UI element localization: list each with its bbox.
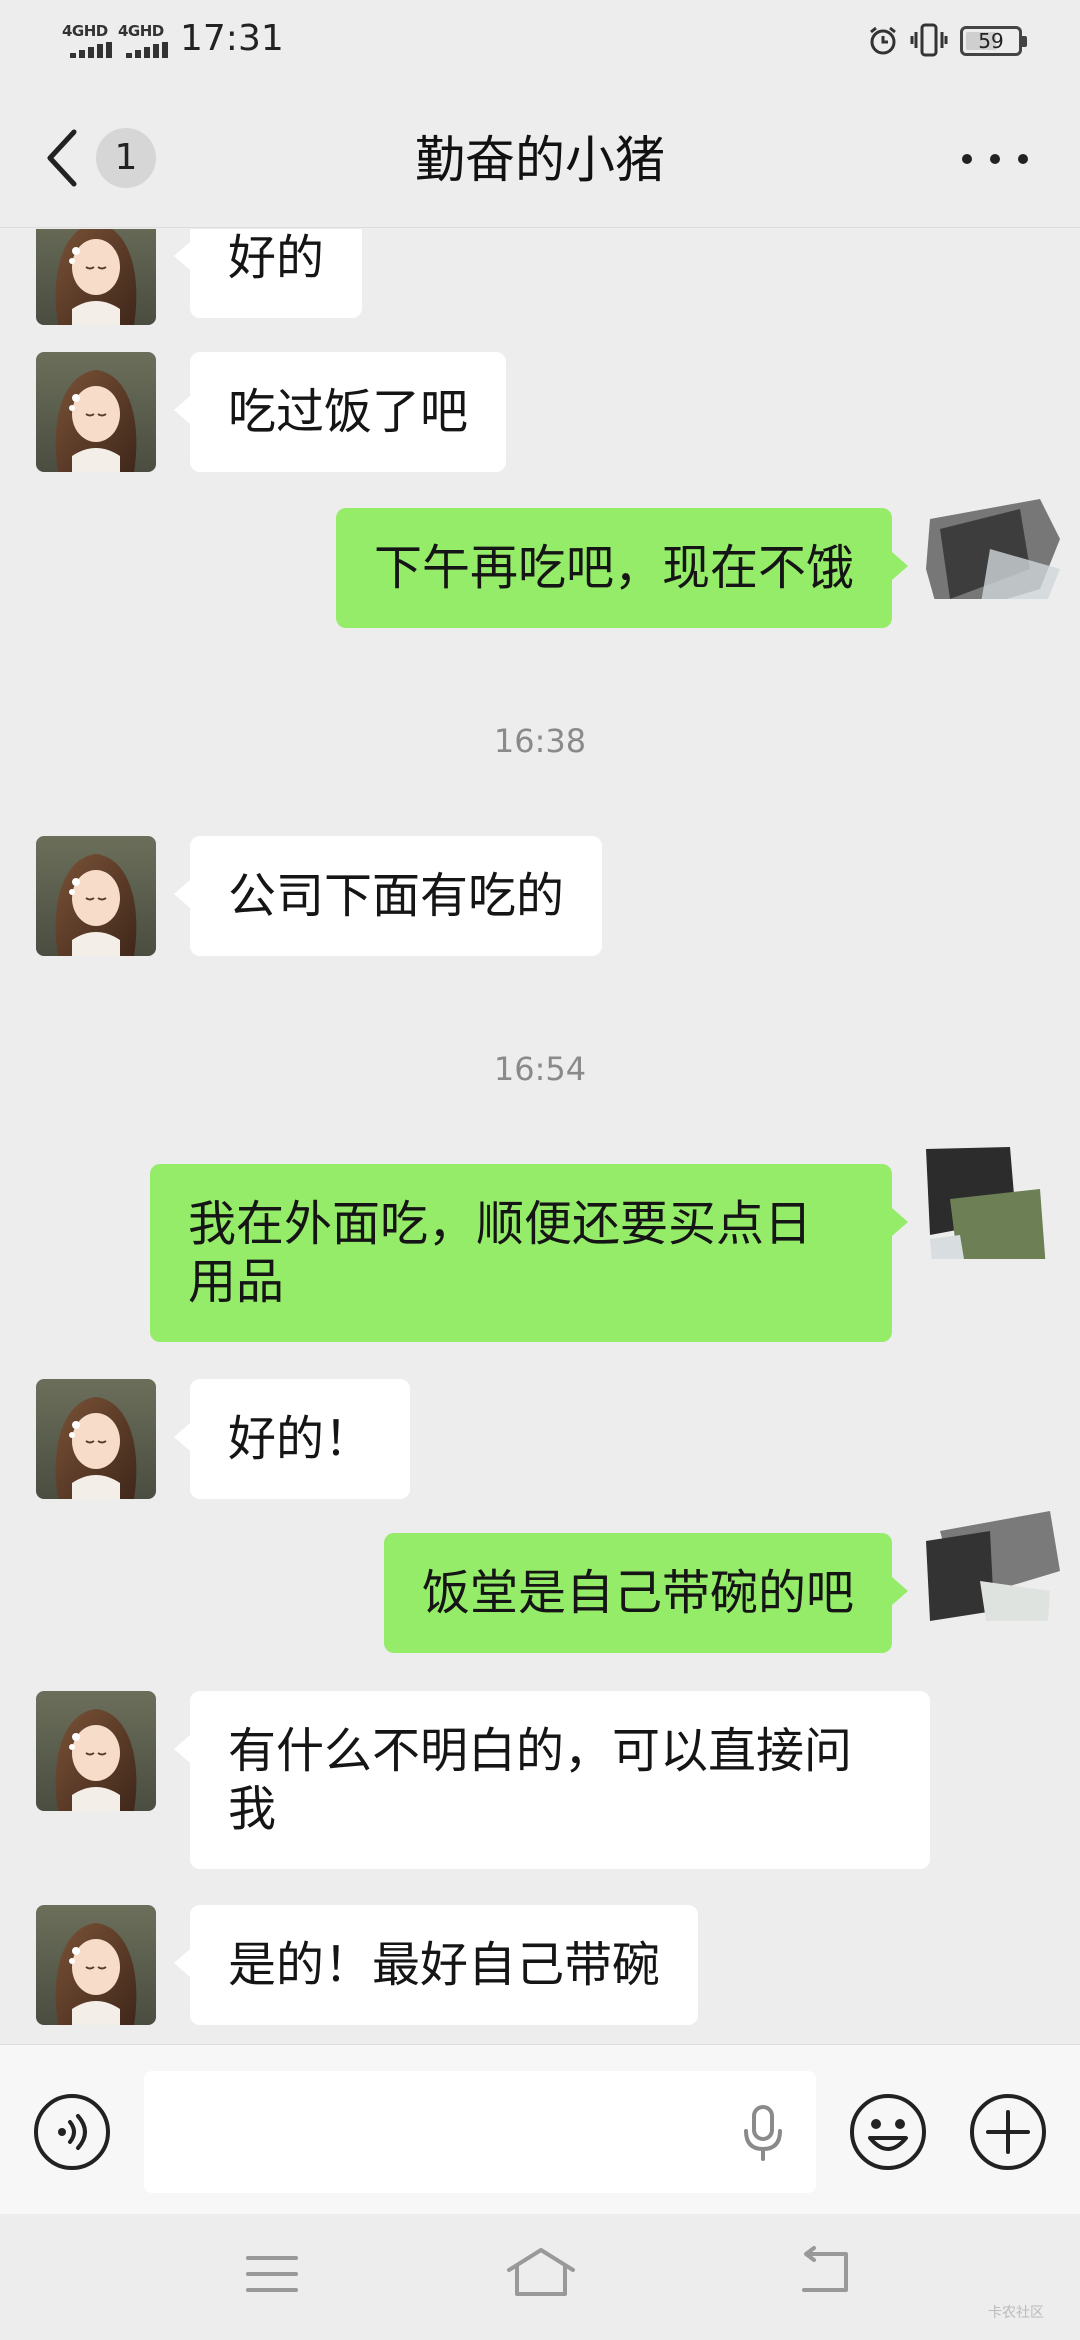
scribbled-avatar-icon: [920, 1501, 1068, 1621]
message-timestamp: 16:54: [493, 1050, 587, 1088]
status-bar: 4GHD 4GHD 17:31 59: [0, 0, 1080, 80]
incoming-message[interactable]: 好的！: [173, 1379, 411, 1499]
input-bar: [0, 2044, 1080, 2214]
plus-icon[interactable]: [968, 2092, 1048, 2172]
emoji-icon[interactable]: [848, 2092, 928, 2172]
chat-header: 1 勤奋的小猪: [0, 80, 1080, 228]
signal-label-1: 4GHD: [62, 22, 108, 40]
girl-avatar-icon: [36, 229, 156, 325]
contact-avatar[interactable]: [36, 352, 156, 472]
back-icon[interactable]: [796, 2246, 852, 2296]
chevron-left-icon[interactable]: [42, 126, 82, 190]
battery-percentage: 59: [978, 29, 1004, 53]
contact-avatar[interactable]: [36, 1691, 156, 1811]
outgoing-message[interactable]: 饭堂是自己带碗的吧: [383, 1533, 909, 1653]
battery-icon: 59: [960, 26, 1027, 56]
my-avatar[interactable]: [920, 1501, 1068, 1621]
scribbled-avatar-icon: [920, 1139, 1068, 1259]
outgoing-message[interactable]: 下午再吃吧，现在不饿: [335, 508, 909, 628]
incoming-message[interactable]: 吃过饭了吧: [173, 352, 507, 472]
alarm-icon: [870, 26, 896, 55]
contact-avatar[interactable]: [36, 1379, 156, 1499]
status-time: 17:31: [180, 18, 284, 59]
signal-label-2: 4GHD: [118, 22, 164, 40]
girl-avatar-icon: [36, 1905, 156, 2025]
voice-icon[interactable]: [32, 2092, 112, 2172]
outgoing-message[interactable]: 我在外面吃，顺便还要买点日用品: [150, 1164, 908, 1342]
message-timestamp: 16:38: [493, 722, 587, 760]
girl-avatar-icon: [36, 1379, 156, 1499]
home-icon[interactable]: [505, 2244, 577, 2300]
mic-icon[interactable]: [738, 2103, 788, 2163]
incoming-message[interactable]: 公司下面有吃的: [173, 836, 603, 956]
my-avatar[interactable]: [920, 479, 1068, 599]
girl-avatar-icon: [36, 836, 156, 956]
contact-avatar[interactable]: [36, 836, 156, 956]
contact-avatar[interactable]: [36, 229, 156, 325]
contact-avatar[interactable]: [36, 1905, 156, 2025]
message-input[interactable]: [144, 2071, 816, 2193]
incoming-message[interactable]: 是的！最好自己带碗: [173, 1905, 699, 2025]
signal-indicator-2: 4GHD: [118, 22, 170, 58]
chat-title: 勤奋的小猪: [415, 131, 665, 189]
system-nav-bar: 卡农社区: [0, 2214, 1080, 2340]
message-list[interactable]: 好的 吃过饭了吧 下午再吃吧，现在不饿 16:38 公司下面有吃的 16:54 …: [0, 229, 1080, 2044]
menu-icon[interactable]: [244, 2250, 300, 2298]
signal-bars-icon: [126, 42, 168, 58]
more-dots-icon[interactable]: [960, 138, 1030, 178]
watermark: 卡农社区: [988, 2305, 1044, 2321]
girl-avatar-icon: [36, 352, 156, 472]
unread-count-badge[interactable]: 1: [96, 128, 156, 188]
scribbled-avatar-icon: [920, 479, 1068, 599]
incoming-message[interactable]: 有什么不明白的，可以直接问我: [174, 1691, 930, 1869]
vibrate-icon: [910, 23, 948, 57]
signal-indicator-1: 4GHD: [62, 22, 114, 58]
my-avatar[interactable]: [920, 1139, 1068, 1259]
signal-bars-icon: [70, 42, 112, 58]
girl-avatar-icon: [36, 1691, 156, 1811]
incoming-message[interactable]: 好的: [173, 229, 363, 318]
